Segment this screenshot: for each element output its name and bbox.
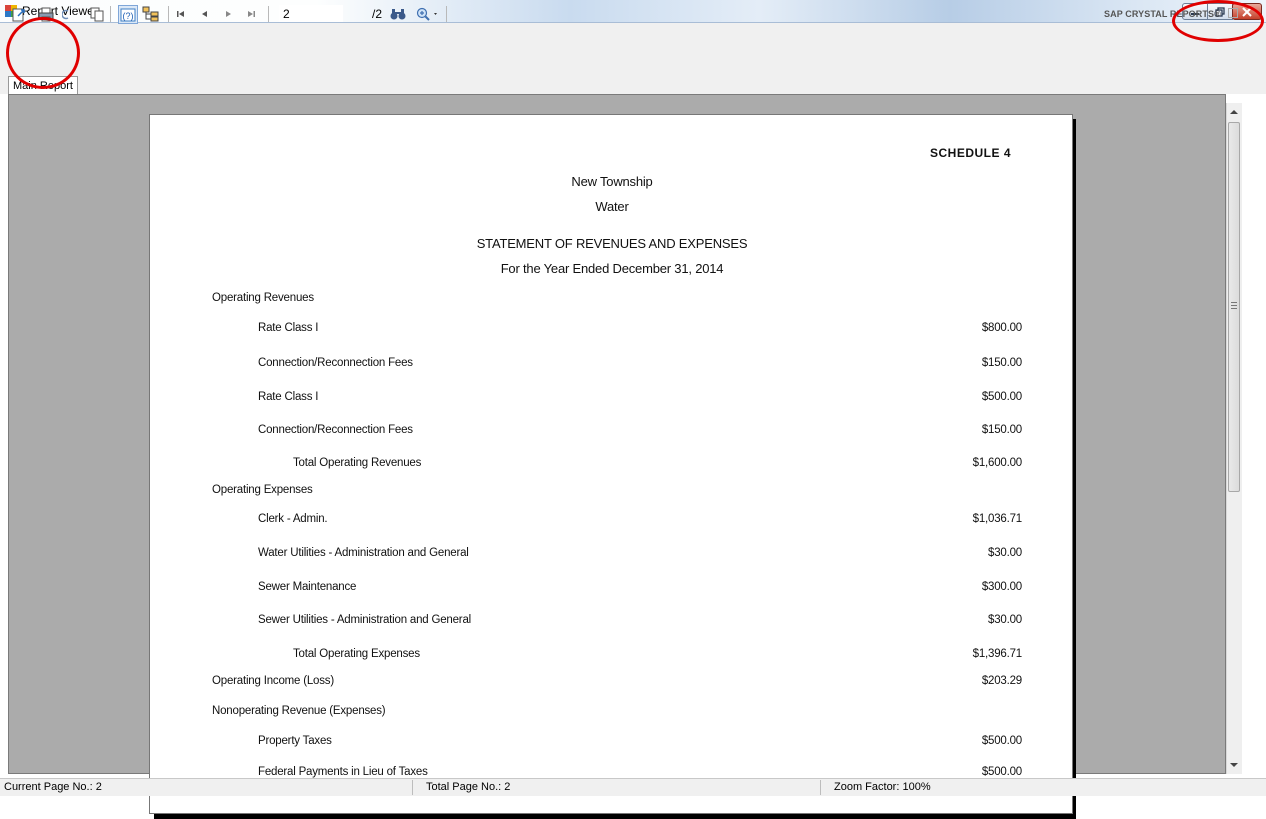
schedule-label: SCHEDULE 4 — [930, 146, 1012, 160]
fund-name: Water — [595, 199, 629, 214]
first-page-icon — [177, 11, 184, 17]
page-total-label: /2 — [372, 7, 383, 21]
grip-icon — [1231, 302, 1237, 309]
line-amount: $300.00 — [981, 581, 1022, 593]
total-label: Total Operating Expenses — [293, 648, 420, 660]
entity-name: New Township — [571, 174, 653, 189]
previous-page-button[interactable] — [200, 6, 210, 22]
line-label: Rate Class I — [258, 322, 319, 334]
next-page-button[interactable] — [223, 6, 233, 22]
line-amount: $1,036.71 — [972, 513, 1023, 525]
zoom-button[interactable] — [416, 6, 440, 22]
line-amount: $500.00 — [981, 391, 1022, 403]
tab-strip — [0, 51, 1266, 94]
title-bar — [0, 0, 1266, 23]
line-label: Property Taxes — [258, 735, 332, 747]
line-amount: $30.00 — [988, 614, 1022, 626]
status-separator — [412, 780, 413, 795]
statement-title: STATEMENT OF REVENUES AND EXPENSES — [476, 236, 748, 251]
section-heading: Operating Revenues — [212, 292, 314, 304]
arrow-down-icon — [1230, 762, 1238, 767]
toolbar-separator — [268, 6, 269, 22]
line-label: Connection/Reconnection Fees — [258, 357, 413, 369]
line-label: Rate Class I — [258, 391, 319, 403]
toolbar — [0, 23, 1266, 51]
line-label: Clerk - Admin. — [258, 513, 328, 525]
line-amount: $30.00 — [988, 547, 1022, 559]
export-button[interactable] — [12, 6, 26, 22]
section-heading: Operating Expenses — [212, 484, 313, 496]
line-amount: $800.00 — [981, 322, 1022, 334]
help-icon: (?) — [120, 8, 136, 21]
next-page-icon — [226, 11, 231, 17]
group-tree-button[interactable] — [142, 6, 160, 22]
scroll-up-button[interactable] — [1226, 103, 1242, 120]
copy-icon — [90, 7, 104, 21]
zoom-status: Zoom Factor: 100% — [834, 781, 931, 793]
copy-button[interactable] — [90, 6, 104, 22]
line-amount: $150.00 — [981, 424, 1022, 436]
last-page-button[interactable] — [246, 6, 256, 22]
line-amount: $203.29 — [981, 675, 1022, 687]
total-amount: $1,600.00 — [972, 457, 1023, 469]
line-label: Sewer Utilities - Administration and Gen… — [258, 614, 471, 626]
line-label: Water Utilities - Administration and Gen… — [258, 547, 469, 559]
line-amount: $500.00 — [981, 735, 1022, 747]
help-button[interactable]: (?) — [118, 5, 138, 24]
statement-period: For the Year Ended December 31, 2014 — [500, 261, 724, 276]
window-title: Report Viewer — [22, 4, 98, 18]
scroll-down-button[interactable] — [1226, 756, 1242, 773]
annotation-circle-print — [6, 17, 80, 89]
arrow-up-icon — [1230, 109, 1238, 114]
status-bar — [0, 778, 1266, 796]
last-page-icon — [248, 11, 255, 17]
line-amount: $150.00 — [981, 357, 1022, 369]
total-amount: $1,396.71 — [972, 648, 1023, 660]
tree-icon — [142, 6, 159, 22]
current-page-status: Current Page No.: 2 — [4, 781, 102, 793]
line-label: Federal Payments in Lieu of Taxes — [258, 766, 428, 778]
section-heading: Operating Income (Loss) — [212, 675, 334, 687]
toolbar-separator — [110, 6, 111, 22]
report-page: SCHEDULE 4 New Township Water STATEMENT … — [149, 114, 1073, 814]
toolbar-separator — [446, 6, 447, 22]
first-page-button[interactable] — [176, 6, 186, 22]
previous-page-icon — [202, 11, 207, 17]
section-heading: Nonoperating Revenue (Expenses) — [212, 705, 386, 717]
annotation-circle-close — [1172, 0, 1264, 42]
find-button[interactable] — [390, 6, 406, 22]
line-label: Sewer Maintenance — [258, 581, 357, 593]
refresh-icon — [62, 9, 69, 19]
export-icon — [12, 8, 25, 21]
page-number-input[interactable] — [279, 5, 343, 22]
refresh-button[interactable] — [62, 6, 70, 22]
total-page-status: Total Page No.: 2 — [426, 781, 511, 793]
binoculars-icon — [390, 9, 406, 20]
status-separator — [820, 780, 821, 795]
line-label: Connection/Reconnection Fees — [258, 424, 413, 436]
line-amount: $500.00 — [981, 766, 1022, 778]
zoom-icon — [416, 7, 437, 21]
svg-text:(?): (?) — [123, 11, 134, 21]
total-label: Total Operating Revenues — [293, 457, 422, 469]
toolbar-separator — [168, 6, 169, 22]
